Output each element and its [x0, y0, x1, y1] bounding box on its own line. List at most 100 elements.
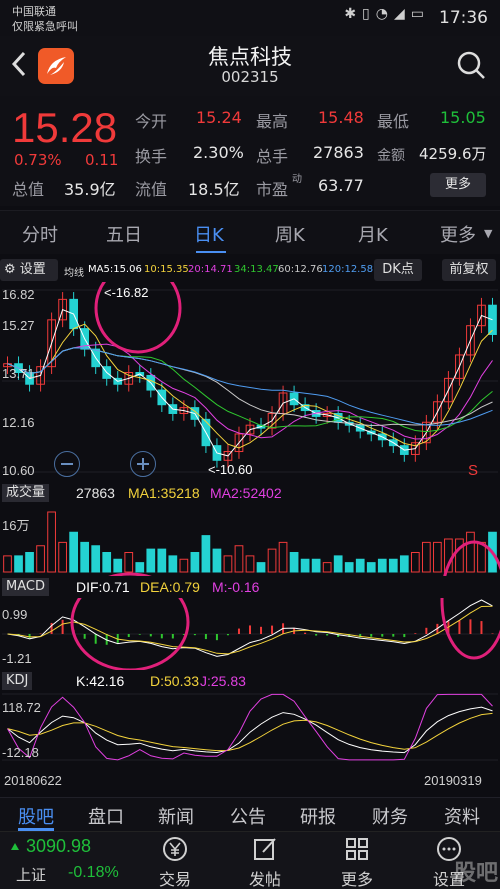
- forward-adjust-button[interactable]: 前复权: [442, 259, 496, 281]
- index-name: 上证: [16, 866, 47, 884]
- post-button[interactable]: 发帖: [230, 832, 300, 889]
- zoom-out-button[interactable]: [54, 451, 80, 477]
- current-price: 15.28: [12, 104, 118, 151]
- volume-bar: [410, 552, 420, 573]
- high-label: 最高: [256, 112, 289, 131]
- volume-bar: [322, 562, 332, 573]
- macd-indicator-button[interactable]: MACD: [2, 578, 49, 596]
- tab-monthly-k[interactable]: 月K: [358, 221, 388, 247]
- battery-icon: ▭: [410, 6, 430, 22]
- vibrate-icon: ▯: [362, 6, 376, 22]
- amount-label: 金额: [377, 148, 405, 164]
- volume-bar: [80, 541, 90, 573]
- gear-icon: ⚙: [4, 262, 16, 277]
- post-label: 发帖: [248, 870, 281, 889]
- volume-ma2: MA2:52402: [210, 485, 282, 501]
- carrier-status: 仅限紧急呼叫: [12, 20, 78, 33]
- volume-bar: [344, 562, 354, 573]
- kdj-axis-bottom: -12.18: [2, 745, 39, 760]
- volume-bar: [135, 562, 145, 573]
- turnover-value: 2.30%: [193, 143, 244, 162]
- more-button[interactable]: 更多: [322, 832, 392, 889]
- trade-button[interactable]: 交易: [140, 832, 210, 889]
- volume-bar: [212, 548, 222, 573]
- ma120-value: 120:12.58: [322, 264, 374, 275]
- volume-bar: [433, 541, 442, 573]
- status-icons: ✱▯◔◢▭: [344, 6, 430, 22]
- tab-announcements[interactable]: 公告: [230, 803, 266, 829]
- volume-bar: [14, 555, 23, 573]
- volume-value: 27863: [313, 143, 364, 162]
- kdj-d: D:50.33: [150, 673, 200, 689]
- kdj-j: J:25.83: [200, 673, 246, 689]
- signal-icon: ◢: [393, 6, 411, 22]
- back-icon[interactable]: [10, 50, 28, 83]
- macd-header: MACD DIF:0.71 DEA:0.79 M:-0.16: [0, 576, 500, 598]
- start-date: 20180622: [4, 773, 62, 788]
- volume-bar: [25, 552, 34, 573]
- y-axis-label-2: 15.27: [2, 318, 35, 333]
- ma20-value: 20:14.71: [188, 264, 233, 275]
- dk-point-button[interactable]: DK点: [374, 259, 422, 281]
- volume-bar: [477, 541, 486, 573]
- macd-dea: DEA:0.79: [140, 579, 200, 595]
- volume-value: 27863: [76, 485, 115, 501]
- volume-bar: [102, 552, 112, 573]
- kdj-indicator-button[interactable]: KDJ: [2, 672, 33, 690]
- more-label: 更多: [340, 870, 373, 889]
- volume-bar: [113, 558, 123, 573]
- settings-button[interactable]: ⚙ 设置: [0, 259, 58, 281]
- change-percent: 0.73%: [14, 151, 62, 169]
- tab-five-day[interactable]: 五日: [106, 221, 142, 247]
- y-axis-label-bottom: 10.60: [2, 463, 35, 478]
- tab-profile[interactable]: 资料: [444, 803, 480, 829]
- volume-bar: [234, 545, 244, 573]
- market-cap-value: 35.9亿: [64, 180, 116, 199]
- kline-chart[interactable]: [0, 282, 500, 802]
- volume-bar: [58, 541, 67, 573]
- tab-daily-k[interactable]: 日K: [194, 221, 224, 247]
- pe-label: 市盈: [256, 180, 289, 199]
- y-axis-label-3: 13.71: [2, 366, 35, 381]
- tab-intraday[interactable]: 分时: [22, 221, 58, 247]
- volume-indicator-button[interactable]: 成交量: [2, 484, 50, 502]
- tab-news[interactable]: 新闻: [158, 803, 194, 829]
- wifi-icon: ◔: [375, 6, 394, 22]
- ma10-value: 10:15.35: [144, 264, 189, 275]
- volume-label: 总手: [256, 147, 289, 166]
- yuan-trade-icon: [163, 837, 187, 861]
- volume-bar: [179, 558, 189, 573]
- stock-name: 焦点科技: [208, 45, 292, 69]
- volume-bar: [168, 555, 178, 573]
- tab-weekly-k[interactable]: 周K: [275, 221, 305, 247]
- y-axis-label-top: 16.82: [2, 287, 35, 302]
- index-ticker[interactable]: 3090.98 上证 -0.18%: [0, 832, 140, 889]
- volume-bar: [157, 548, 167, 573]
- volume-bar: [245, 555, 255, 573]
- volume-bar: [223, 555, 233, 573]
- macd-axis-top: 0.99: [2, 607, 28, 622]
- ma5-value: MA5:15.06: [88, 264, 142, 275]
- ma34-value: 34:13.47: [234, 264, 279, 275]
- ma60-line: [7, 347, 493, 427]
- float-cap-value: 18.5亿: [188, 180, 240, 199]
- minus-icon: [61, 463, 73, 465]
- tab-research[interactable]: 研报: [300, 803, 336, 829]
- index-change: -0.18%: [68, 864, 119, 881]
- kdj-k: K:42.16: [76, 673, 125, 689]
- tab-financials[interactable]: 财务: [372, 803, 408, 829]
- tab-forum[interactable]: 股吧: [18, 803, 54, 829]
- trade-label: 交易: [158, 870, 191, 889]
- quote-panel: 15.28 0.73% 0.11 今开 15.24 最高 15.48 最低 15…: [0, 96, 500, 206]
- tab-more[interactable]: 更多: [440, 221, 476, 247]
- stock-code: 002315: [221, 68, 279, 86]
- zoom-in-button[interactable]: [130, 451, 156, 477]
- tab-order-book[interactable]: 盘口: [88, 803, 124, 829]
- volume-bar: [146, 548, 156, 573]
- edit-post-icon: [254, 838, 276, 860]
- volume-bar: [278, 541, 288, 573]
- search-icon[interactable]: [456, 50, 486, 84]
- index-value: 3090.98: [26, 836, 92, 856]
- volume-axis-label: 16万: [2, 518, 30, 533]
- more-quote-button[interactable]: 更多: [430, 173, 486, 197]
